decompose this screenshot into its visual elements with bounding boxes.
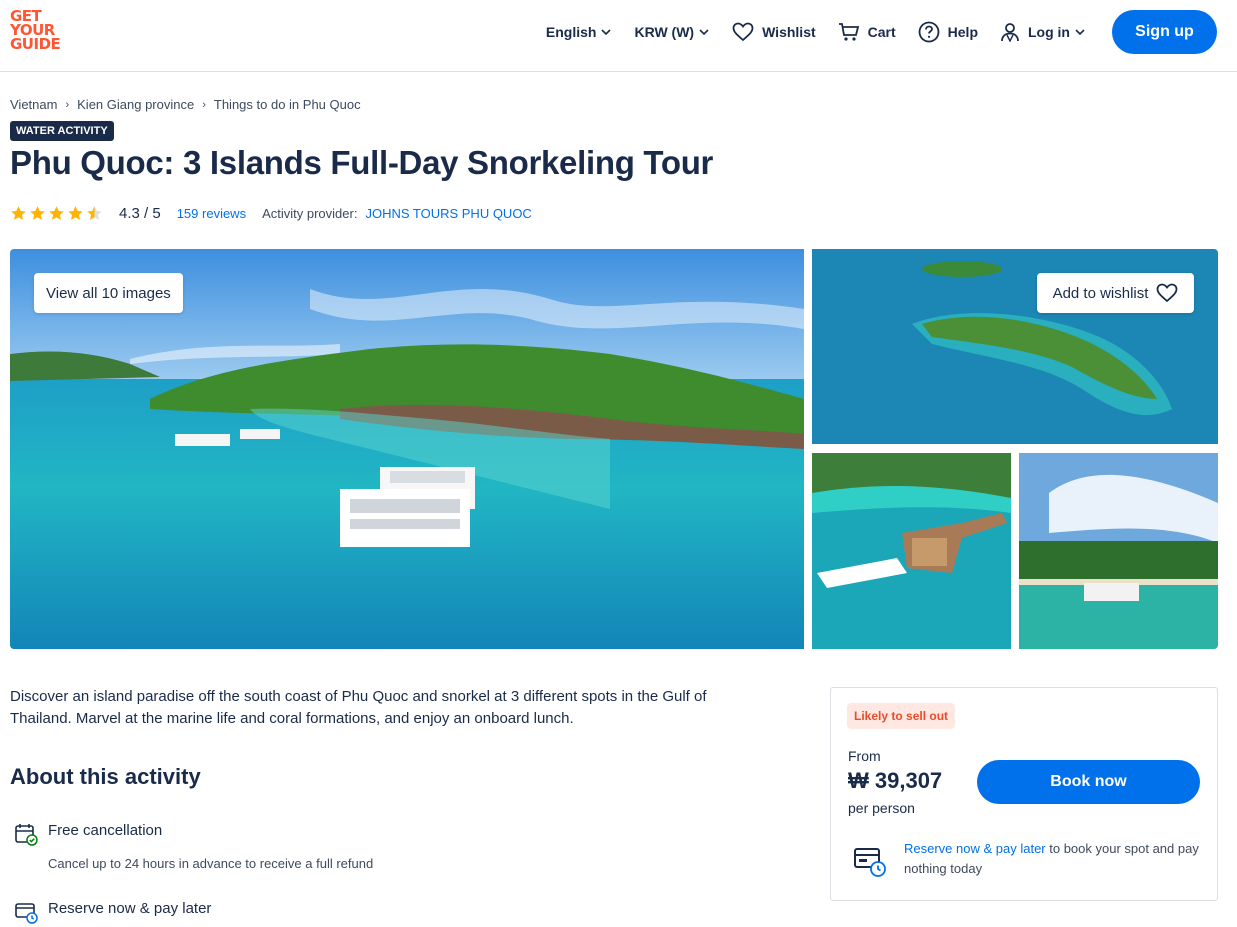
logo-line-3: GUIDE <box>10 35 61 53</box>
beach-image <box>1019 453 1218 649</box>
star-icon <box>68 205 83 220</box>
add-to-wishlist-button[interactable]: Add to wishlist <box>1037 273 1194 313</box>
login-menu[interactable]: Log in <box>1000 22 1086 42</box>
user-icon <box>1001 23 1019 42</box>
cart-link[interactable]: Cart <box>838 22 896 42</box>
category-badge: WATER ACTIVITY <box>10 121 114 141</box>
card-clock-icon <box>15 903 38 924</box>
wishlist-link[interactable]: Wishlist <box>732 22 816 42</box>
star-icon <box>49 205 64 220</box>
beach-photo[interactable] <box>1019 453 1218 649</box>
help-label: Help <box>947 24 978 40</box>
currency-selector[interactable]: KRW (W) <box>634 24 710 40</box>
booking-card: Likely to sell out From ₩ 39,307 per per… <box>830 687 1218 901</box>
language-selector[interactable]: English <box>546 24 613 40</box>
free-cancellation-title: Free cancellation <box>48 822 163 839</box>
reserve-pay-later-feature: Reserve now & pay later <box>14 900 211 924</box>
pier-photo[interactable] <box>812 453 1011 649</box>
price-from-label: From <box>848 748 881 764</box>
reviews-link[interactable]: 159 reviews <box>177 206 246 221</box>
provider-label: Activity provider: <box>262 205 358 221</box>
activity-description: Discover an island paradise off the sout… <box>10 688 707 727</box>
reserve-pay-later-title: Reserve now & pay later <box>48 900 212 917</box>
view-all-images-button[interactable]: View all 10 images <box>34 273 183 313</box>
language-label: English <box>545 24 597 40</box>
provider-link[interactable]: JOHNS TOURS PHU QUOC <box>365 206 531 221</box>
signup-button[interactable]: Sign up <box>1112 10 1217 54</box>
urgency-badge: Likely to sell out <box>847 703 956 729</box>
help-icon <box>918 21 940 43</box>
cart-label: Cart <box>867 24 896 40</box>
free-cancellation-feature: Free cancellation <box>14 822 162 846</box>
about-heading: About this activity <box>10 764 201 789</box>
star-icon <box>30 205 45 220</box>
breadcrumb-separator: › <box>202 98 206 111</box>
breadcrumb-item-vietnam[interactable]: Vietnam <box>10 97 57 112</box>
help-link[interactable]: Help <box>918 21 978 43</box>
breadcrumb-item-things-to-do[interactable]: Things to do in Phu Quoc <box>214 97 361 112</box>
chevron-down-icon <box>1075 29 1085 36</box>
star-icon <box>11 205 26 220</box>
add-to-wishlist-label: Add to wishlist <box>1052 284 1149 302</box>
breadcrumb-item-province[interactable]: Kien Giang province <box>77 97 194 112</box>
price-per-label: per person <box>848 800 915 816</box>
cart-icon <box>838 23 859 41</box>
chevron-down-icon <box>601 29 612 36</box>
half-star-icon <box>87 205 102 220</box>
card-clock-icon <box>854 848 886 877</box>
rating-value: 4.3 / 5 <box>119 204 161 222</box>
getyourguide-logo[interactable]: GET YOUR GUIDE <box>10 9 61 53</box>
top-nav: English KRW (W) Wishlist Cart Help Log i… <box>524 10 1217 54</box>
breadcrumb: Vietnam › Kien Giang province › Things t… <box>10 97 361 112</box>
rating-row: 4.3 / 5 159 reviews Activity provider: J… <box>10 203 532 223</box>
heart-icon <box>732 22 754 42</box>
heart-icon <box>1157 283 1178 303</box>
pier-image <box>812 453 1011 649</box>
breadcrumb-separator: › <box>65 98 70 111</box>
star-rating[interactable] <box>10 205 105 222</box>
free-cancellation-subtitle: Cancel up to 24 hours in advance to rece… <box>48 856 374 871</box>
page-title: Phu Quoc: 3 Islands Full-Day Snorkeling … <box>10 144 714 181</box>
calendar-check-icon <box>15 824 38 846</box>
currency-label: KRW (W) <box>634 24 695 40</box>
reserve-info: Reserve now & pay later to book your spo… <box>904 839 1204 879</box>
book-now-button[interactable]: Book now <box>977 760 1200 804</box>
wishlist-label: Wishlist <box>762 24 816 40</box>
reserve-now-link[interactable]: Reserve now & pay later <box>904 841 1046 856</box>
site-header: GET YOUR GUIDE English KRW (W) Wishlist … <box>0 0 1237 72</box>
login-label: Log in <box>1028 24 1070 40</box>
chevron-down-icon <box>699 29 709 36</box>
price-value: ₩ 39,307 <box>848 768 943 793</box>
